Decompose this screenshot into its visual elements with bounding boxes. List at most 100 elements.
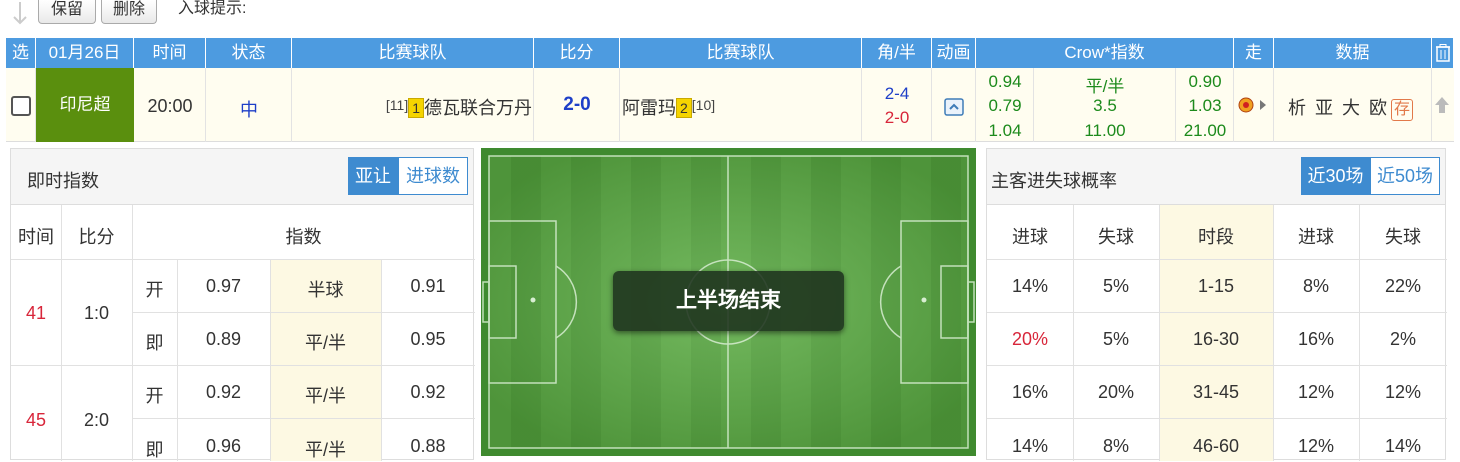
live-odds-header: 即时指数 亚让 进球数 — [11, 149, 473, 205]
live-odds-title: 即时指数 — [27, 171, 99, 191]
odds-line: 11.00 — [1084, 121, 1126, 140]
period-cell: 16-30 — [1192, 329, 1240, 349]
corner-cell — [862, 68, 932, 142]
header-odds: Crow*指数 — [976, 38, 1234, 68]
header-select: 选 — [6, 38, 36, 68]
col-score: 比分 — [78, 227, 115, 247]
trash-icon[interactable] — [1435, 44, 1450, 62]
overunder-link[interactable]: 大 — [1342, 98, 1360, 118]
delete-button[interactable]: 删除 — [101, 0, 157, 24]
away-team[interactable]: 阿雷玛 2 [10] — [622, 94, 715, 120]
odds-score: 2:0 — [83, 410, 110, 430]
header-corner-half: 角/半 — [862, 38, 932, 68]
home-team-name: 德瓦联合万丹 — [424, 98, 532, 118]
odds-time: 45 — [25, 410, 47, 430]
header-away-team: 比赛球队 — [620, 38, 862, 68]
header-data: 数据 — [1274, 38, 1432, 68]
odds-home: 0.96 — [205, 436, 242, 456]
odds-away: 0.92 — [410, 382, 446, 402]
col-home-conceded: 失球 — [1098, 227, 1134, 247]
save-match-button[interactable]: 存 — [1391, 99, 1414, 121]
half-time-overlay: 上半场结束 — [613, 271, 844, 331]
odds-home: 0.89 — [205, 329, 242, 349]
prob-cell: 14% — [1011, 436, 1049, 456]
period-cell: 1-15 — [1197, 276, 1235, 296]
prob-cell: 22% — [1384, 276, 1422, 296]
prob-cell: 16% — [1297, 329, 1335, 349]
analysis-link[interactable]: 析 — [1288, 98, 1306, 118]
odds-value: 21.00 — [1183, 121, 1227, 140]
data-links: 析亚大欧存 — [1288, 94, 1414, 121]
col-odds: 指数 — [285, 227, 322, 247]
period-cell: 31-45 — [1192, 382, 1240, 402]
odds-kind: 开 — [145, 280, 164, 300]
away-team-name: 阿雷玛 — [622, 98, 676, 118]
odds-kind: 即 — [145, 333, 164, 353]
arrow-down-icon — [13, 2, 27, 25]
odds-value: 1.03 — [1188, 96, 1222, 115]
home-rank: [11] — [385, 97, 409, 113]
odds-time: 41 — [25, 303, 47, 323]
match-status: 中 — [240, 100, 258, 120]
prob-cell: 20% — [1011, 329, 1049, 349]
match-score[interactable]: 2-0 — [534, 94, 620, 116]
odds-value: 1.04 — [988, 121, 1022, 140]
odds-away: 0.91 — [410, 276, 446, 296]
away-card-badge: 2 — [676, 98, 692, 118]
tab-handicap[interactable]: 亚让 — [348, 157, 398, 195]
odds-home: 0.92 — [205, 382, 242, 402]
goal-prob-panel: 主客进失球概率 近30场 近50场 进球 失球 时段 进球 失球 14% 5% … — [986, 148, 1447, 461]
league-label[interactable]: 印尼超 — [36, 68, 134, 142]
header-trash[interactable] — [1432, 38, 1454, 68]
prob-cell: 12% — [1384, 382, 1422, 402]
goal-hint-label: 入球提示: — [178, 0, 247, 17]
half-score: 2-0 — [884, 108, 910, 127]
header-time: 时间 — [134, 38, 206, 68]
col-time: 时间 — [18, 227, 54, 247]
match-time: 20:00 — [147, 96, 193, 116]
odds-home: 0.97 — [205, 276, 242, 296]
pin-top-icon[interactable] — [1434, 96, 1450, 114]
home-card-badge: 1 — [408, 98, 424, 118]
goal-prob-header: 主客进失球概率 近30场 近50场 — [987, 149, 1445, 205]
asian-link[interactable]: 亚 — [1315, 98, 1333, 118]
keep-button[interactable]: 保留 — [38, 0, 96, 24]
tab-last-50[interactable]: 近50场 — [1370, 157, 1440, 195]
home-team[interactable]: [11] 1 德瓦联合万丹 — [386, 94, 532, 120]
odds-away: 0.88 — [410, 436, 446, 456]
col-home-scored: 进球 — [1012, 227, 1048, 247]
match-checkbox[interactable] — [11, 96, 31, 116]
prob-cell: 14% — [1384, 436, 1422, 456]
prob-cell: 5% — [1102, 276, 1129, 296]
tab-last-30[interactable]: 近30场 — [1301, 157, 1370, 195]
prob-cell: 8% — [1302, 276, 1329, 296]
prob-cell: 8% — [1102, 436, 1129, 456]
header-date: 01月26日 — [36, 38, 134, 68]
prob-cell: 16% — [1011, 382, 1049, 402]
odds-value: 0.79 — [988, 96, 1022, 115]
header-score: 比分 — [534, 38, 620, 68]
header-trend: 走 — [1234, 38, 1274, 68]
tab-goals[interactable]: 进球数 — [398, 157, 468, 195]
animation-icon[interactable] — [944, 98, 964, 116]
toolbar: 保留 删除 入球提示: — [0, 0, 1460, 34]
odds-value: 0.90 — [1188, 72, 1222, 91]
odds-kind: 开 — [145, 386, 164, 406]
header-status: 状态 — [206, 38, 292, 68]
header-home-team: 比赛球队 — [292, 38, 534, 68]
corner-score: 2-4 — [884, 84, 910, 103]
odds-line: 平/半 — [304, 386, 346, 406]
odds-value: 0.94 — [988, 72, 1022, 91]
odds-score: 1:0 — [83, 303, 110, 323]
trend-ball-icon[interactable] — [1238, 96, 1270, 114]
prob-cell: 12% — [1297, 436, 1335, 456]
odds-line: 平/半 — [304, 440, 346, 460]
prob-cell: 2% — [1389, 329, 1416, 349]
odds-line: 平/半 — [304, 333, 346, 353]
live-odds-panel: 即时指数 亚让 进球数 时间 比分 指数 41 1:0 开 0.97 半球 0.… — [10, 148, 475, 461]
odds-line: 3.5 — [1093, 96, 1117, 115]
european-link[interactable]: 欧 — [1369, 98, 1387, 118]
pitch-animation[interactable]: 上半场结束 — [481, 148, 976, 456]
away-rank: [10] — [691, 97, 716, 113]
period-cell: 46-60 — [1192, 436, 1240, 456]
